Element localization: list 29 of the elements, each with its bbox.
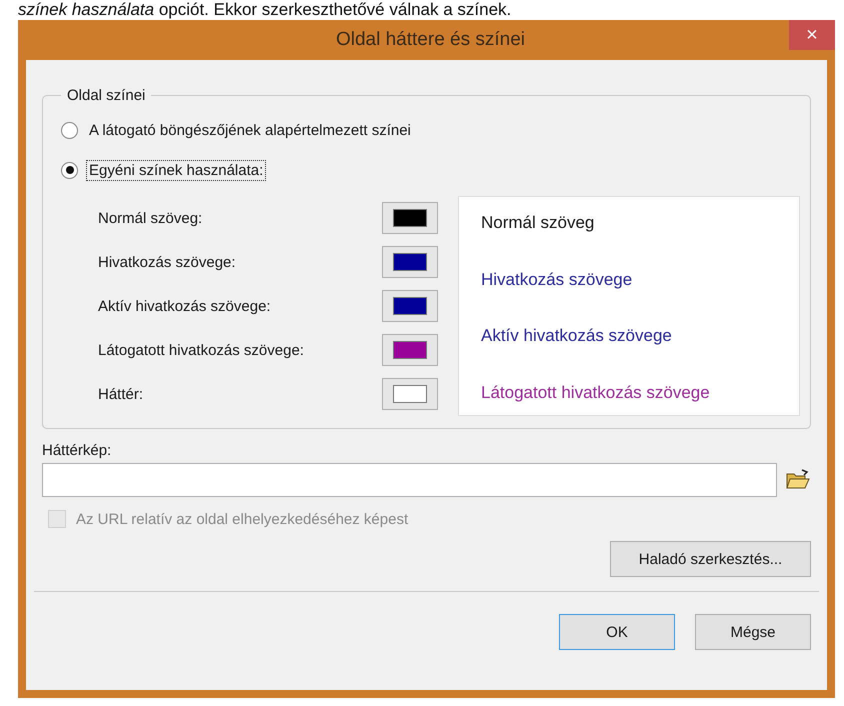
color-picker-button[interactable] [382,290,438,322]
color-picker-button[interactable] [382,202,438,234]
preview-text: Aktív hivatkozás szövege [481,326,673,346]
color-picker-button[interactable] [382,378,438,410]
color-picker-button[interactable] [382,246,438,278]
radio-label[interactable]: Egyéni színek használata: [86,160,266,180]
input-field[interactable] [42,463,777,497]
radio-button[interactable] [61,162,78,178]
color-picker-button[interactable] [382,334,438,366]
color-label: Hivatkozás szövege: [98,254,236,270]
dialog-button[interactable]: Mégse [695,614,811,650]
field-label: Háttérkép: [42,442,112,459]
advanced-edit-button[interactable]: Haladó szerkesztés... [610,541,811,577]
dialog-button[interactable]: OK [559,614,675,650]
folder-icon[interactable] [785,469,811,491]
radio-button[interactable] [61,122,78,138]
color-label: Normál szöveg: [98,210,202,226]
group-title: Oldal színei [66,87,146,104]
radio-label[interactable]: A látogató böngészőjének alapértelmezett színei [86,120,414,140]
preview-text: Hivatkozás szövege [481,270,634,290]
color-label: Aktív hivatkozás szövege: [98,298,271,314]
preview-text: Látogatott hivatkozás szövege [481,382,711,403]
close-button[interactable]: × [789,20,835,50]
window-title: Oldal háttere és színei [334,29,526,51]
preview-text: Normál szöveg [481,213,596,233]
checkbox-label: Az URL relatív az oldal elhelyezkedéséhez képest [76,510,408,528]
color-label: Látogatott hivatkozás szövege: [98,342,304,358]
color-label: Háttér: [98,386,144,402]
document-text: színek használata opciót. Ekkor szerkeszthetővé válnak a színek. [17,0,512,20]
